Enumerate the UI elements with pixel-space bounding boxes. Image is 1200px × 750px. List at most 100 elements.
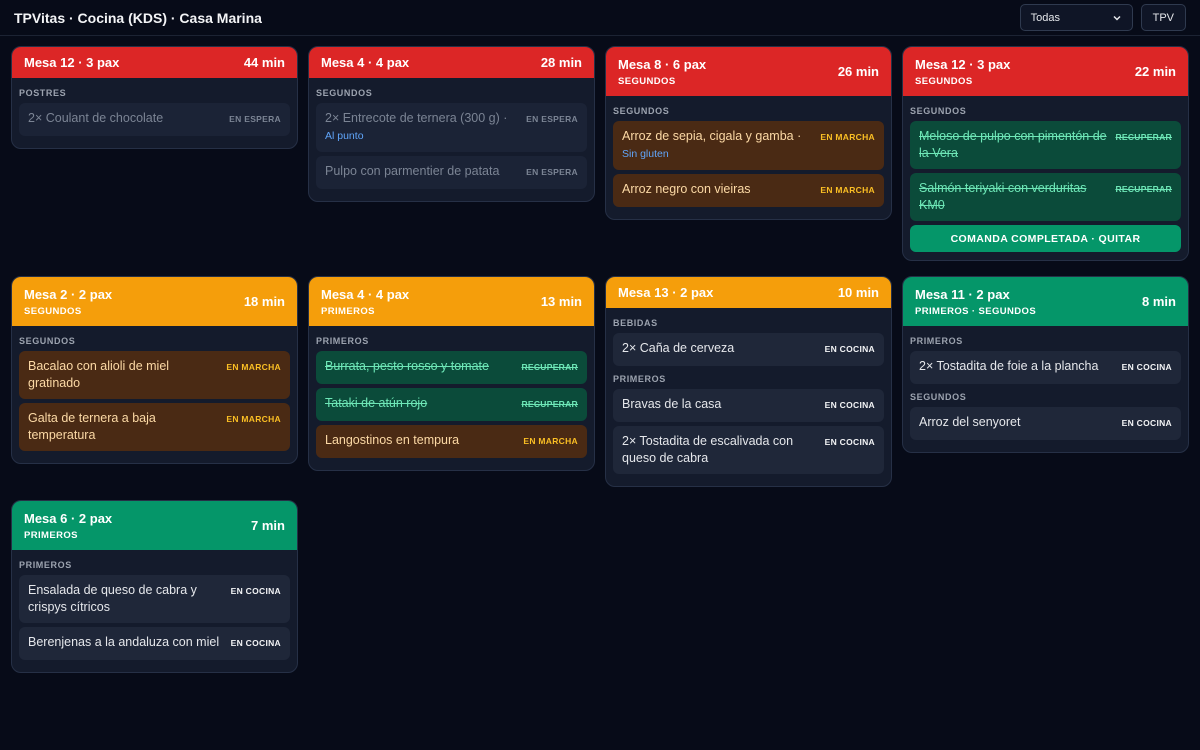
order-item-status: EN COCINA (230, 638, 281, 648)
order-item-details: Arroz de sepia, cigala y gamba · Sin glut… (622, 128, 820, 163)
order-item-details: Langostinos en tempura (325, 432, 523, 449)
order-elapsed-time: 18 min (243, 294, 285, 309)
order-card-header: Mesa 11 · 2 pax PRIMEROS · SEGUNDOS 8 min (903, 277, 1188, 326)
order-item-note: Al punto (325, 130, 364, 142)
course-section-label: PRIMEROS (613, 374, 666, 384)
order-card-body: POSTRES 2× Coulant de chocolate EN ESPERA (12, 78, 297, 148)
order-item-status[interactable]: RECUPERAR (1115, 180, 1172, 194)
course-section-label: SEGUNDOS (613, 106, 670, 116)
complete-order-button[interactable]: COMANDA COMPLETADA · QUITAR (910, 225, 1181, 252)
order-item[interactable]: Ensalada de queso de cabra y crispys cít… (19, 575, 290, 623)
order-item-details: Arroz del senyoret (919, 414, 1122, 431)
course-section-label: PRIMEROS (910, 336, 963, 346)
order-item[interactable]: Burrata, pesto rosso y tomate RECUPERAR (316, 351, 587, 384)
order-item[interactable]: Arroz del senyoret EN COCINA (910, 407, 1181, 440)
order-item-status: EN MARCHA (820, 185, 875, 195)
order-card-heading: Mesa 2 · 2 pax SEGUNDOS (24, 287, 112, 317)
order-card: Mesa 12 · 3 pax 44 min POSTRES 2× Coulant d… (11, 46, 298, 149)
order-course-subtitle: PRIMEROS · SEGUNDOS (915, 305, 1037, 317)
order-item-details: 2× Caña de cerveza (622, 340, 825, 357)
order-elapsed-time: 44 min (243, 55, 285, 70)
order-item-status: EN COCINA (230, 586, 281, 596)
order-card-heading: Mesa 6 · 2 pax PRIMEROS (24, 511, 112, 541)
station-filter-select[interactable]: Todas (1019, 4, 1133, 31)
order-item-name: 2× Entrecote de ternera (300 g) · (325, 111, 508, 125)
order-item[interactable]: Bacalao con alioli de miel gratinado EN M… (19, 351, 290, 399)
order-item-details: Tataki de atún rojo (325, 395, 521, 412)
order-item-details: Galta de ternera a baja temperatura (28, 410, 226, 444)
order-item-details: Burrata, pesto rosso y tomate (325, 358, 521, 375)
order-elapsed-time: 8 min (1142, 294, 1176, 309)
order-item-status: EN ESPERA (229, 114, 281, 124)
order-item-name: Bacalao con alioli de miel gratinado (28, 359, 170, 390)
order-card-body: PRIMEROS Ensalada de queso de cabra y cri… (12, 550, 297, 672)
order-table-title: Mesa 13 · 2 pax (618, 285, 714, 300)
order-course-subtitle: SEGUNDOS (915, 75, 973, 87)
order-elapsed-time: 10 min (837, 285, 879, 300)
course-section-label: SEGUNDOS (910, 106, 967, 116)
order-card-header: Mesa 6 · 2 pax PRIMEROS 7 min (12, 501, 297, 550)
order-item-status: EN MARCHA (820, 132, 875, 142)
order-item[interactable]: Tataki de atún rojo RECUPERAR (316, 388, 587, 421)
order-item-note: Sin gluten (622, 148, 669, 160)
order-card-body: SEGUNDOS Arroz de sepia, cigala y gamba ·… (606, 96, 891, 219)
order-item-name: Arroz del senyoret (919, 415, 1021, 429)
order-item[interactable]: Langostinos en tempura EN MARCHA (316, 425, 587, 458)
order-item[interactable]: 2× Tostadita de escalivada con queso de … (613, 426, 884, 474)
order-item[interactable]: Galta de ternera a baja temperatura EN MA… (19, 403, 290, 451)
order-elapsed-time: 13 min (540, 294, 582, 309)
order-item-details: Bacalao con alioli de miel gratinado (28, 358, 226, 392)
order-elapsed-time: 22 min (1134, 64, 1176, 79)
order-item-name: 2× Tostadita de foie a la plancha (919, 359, 1099, 373)
order-item[interactable]: Arroz negro con vieiras EN MARCHA (613, 174, 884, 207)
order-card-body: SEGUNDOS Meloso de pulpo con pimentón de … (903, 96, 1188, 260)
order-item[interactable]: 2× Tostadita de foie a la plancha EN COCI… (910, 351, 1181, 384)
chevron-down-icon (1113, 15, 1121, 21)
order-card-heading: Mesa 12 · 3 pax (24, 55, 119, 70)
order-item-name: Tataki de atún rojo (325, 396, 428, 410)
course-section-label: BEBIDAS (613, 318, 658, 328)
order-item-name: Pulpo con parmentier de patata (325, 164, 500, 178)
order-card: Mesa 4 · 4 pax PRIMEROS 13 min PRIMEROS Burr… (308, 276, 595, 471)
order-card-heading: Mesa 12 · 3 pax SEGUNDOS (915, 57, 1010, 87)
order-item[interactable]: Salmón teriyaki con verduritas KM0 RECUPE… (910, 173, 1181, 221)
order-card-header: Mesa 2 · 2 pax SEGUNDOS 18 min (12, 277, 297, 326)
order-item-name: Langostinos en tempura (325, 433, 460, 447)
order-item[interactable]: Pulpo con parmentier de patata EN ESPERA (316, 156, 587, 189)
top-bar-actions: Todas TPV (1019, 4, 1186, 31)
order-elapsed-time: 28 min (540, 55, 582, 70)
order-card-body: SEGUNDOS 2× Entrecote de ternera (300 g) … (309, 78, 594, 201)
order-item[interactable]: 2× Entrecote de ternera (300 g) · Al punt… (316, 103, 587, 152)
order-item[interactable]: Berenjenas a la andaluza con miel EN COCI… (19, 627, 290, 660)
order-card-header: Mesa 4 · 4 pax 28 min (309, 47, 594, 78)
order-card-body: SEGUNDOS Bacalao con alioli de miel grati… (12, 326, 297, 463)
order-item-status[interactable]: RECUPERAR (521, 358, 578, 372)
order-course-subtitle: SEGUNDOS (618, 75, 676, 87)
order-item-details: 2× Tostadita de foie a la plancha (919, 358, 1122, 375)
order-item-status[interactable]: RECUPERAR (1115, 128, 1172, 142)
order-item[interactable]: Bravas de la casa EN COCINA (613, 389, 884, 422)
order-card-header: Mesa 8 · 6 pax SEGUNDOS 26 min (606, 47, 891, 96)
order-card-heading: Mesa 4 · 4 pax PRIMEROS (321, 287, 409, 317)
order-item-details: Meloso de pulpo con pimentón de la Vera (919, 128, 1115, 162)
order-item[interactable]: 2× Coulant de chocolate EN ESPERA (19, 103, 290, 136)
order-item[interactable]: 2× Caña de cerveza EN COCINA (613, 333, 884, 366)
order-item[interactable]: Arroz de sepia, cigala y gamba · Sin glut… (613, 121, 884, 170)
order-item-details: Berenjenas a la andaluza con miel (28, 634, 231, 651)
order-item-name: Bravas de la casa (622, 397, 722, 411)
order-item-name: Burrata, pesto rosso y tomate (325, 359, 489, 373)
order-item-status: EN MARCHA (226, 414, 281, 424)
tpv-button[interactable]: TPV (1140, 4, 1186, 31)
order-table-title: Mesa 12 · 3 pax (24, 55, 120, 70)
order-course-subtitle: PRIMEROS (24, 529, 78, 541)
order-item-name: 2× Coulant de chocolate (28, 111, 164, 125)
order-item[interactable]: Meloso de pulpo con pimentón de la Vera R… (910, 121, 1181, 169)
order-item-name: Arroz de sepia, cigala y gamba · (622, 129, 802, 143)
order-item-status[interactable]: RECUPERAR (521, 395, 578, 409)
order-card-body: BEBIDAS 2× Caña de cerveza EN COCINA PRIMER… (606, 308, 891, 486)
order-card: Mesa 13 · 2 pax 10 min BEBIDAS 2× Caña de c… (605, 276, 892, 487)
course-section-label: SEGUNDOS (19, 336, 76, 346)
order-item-status: EN MARCHA (523, 436, 578, 446)
course-section-label: SEGUNDOS (910, 392, 967, 402)
order-card-header: Mesa 4 · 4 pax PRIMEROS 13 min (309, 277, 594, 326)
